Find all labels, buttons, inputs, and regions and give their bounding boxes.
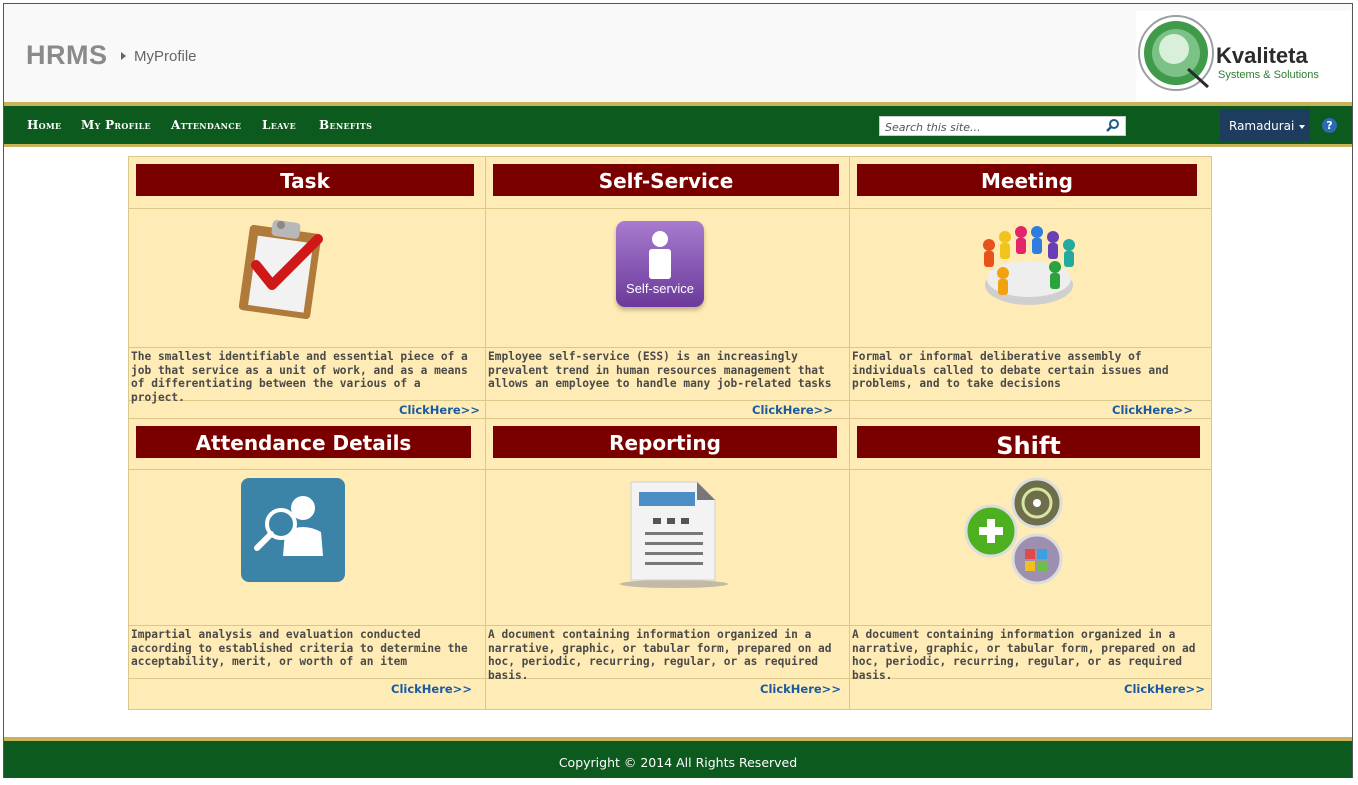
clipboard-check-icon: [234, 215, 334, 324]
footer: Copyright © 2014 All Rights Reserved: [4, 741, 1352, 778]
help-icon[interactable]: ?: [1322, 118, 1337, 133]
card-description: The smallest identifiable and essential …: [131, 350, 468, 404]
card-description: Formal or informal deliberative assembly…: [852, 350, 1169, 391]
card-title: Reporting: [493, 426, 837, 458]
grid-divider: [849, 157, 850, 709]
self-service-icon: Self-service: [616, 221, 704, 307]
search-input[interactable]: [880, 117, 1107, 137]
meeting-click-here-link[interactable]: ClickHere>>: [1112, 403, 1193, 417]
user-menu-button[interactable]: Ramadurai: [1220, 109, 1310, 141]
grid-divider: [129, 208, 1211, 209]
reporting-click-here-link[interactable]: ClickHere>>: [760, 682, 841, 696]
grid-divider: [129, 418, 1211, 419]
grid-divider: [129, 469, 1211, 470]
card-title: Attendance Details: [136, 426, 471, 458]
shift-click-here-link[interactable]: ClickHere>>: [1124, 682, 1205, 696]
logo-name: Kvaliteta: [1216, 43, 1308, 68]
company-logo: Kvaliteta Systems & Solutions: [1136, 11, 1351, 101]
card-title: Meeting: [857, 164, 1197, 196]
nav-item-benefits[interactable]: Benefits: [319, 118, 372, 132]
grid-divider: [129, 625, 1211, 626]
site-search: [879, 116, 1126, 137]
card-description: A document containing information organi…: [488, 628, 832, 682]
grid-divider: [129, 347, 1211, 348]
caret-down-icon: [1299, 124, 1306, 129]
card-description: A document containing information organi…: [852, 628, 1196, 682]
nav-item-leave[interactable]: Leave: [262, 118, 296, 132]
grid-divider: [485, 157, 486, 709]
app-title[interactable]: HRMS: [26, 40, 108, 71]
document-report-icon: [617, 478, 732, 594]
self-service-icon-label: Self-service: [626, 281, 694, 296]
nav-item-home[interactable]: Home: [27, 118, 61, 132]
module-grid: Task The smallest identifiable and essen…: [128, 156, 1212, 710]
self-service-click-here-link[interactable]: ClickHere>>: [752, 403, 833, 417]
search-icon[interactable]: [1105, 118, 1121, 134]
top-navigation: Home My Profile Attendance Leave Benefit…: [4, 106, 1352, 144]
card-title: Shift: [857, 426, 1200, 460]
nav-item-my-profile[interactable]: My Profile: [81, 118, 151, 132]
nav-item-attendance[interactable]: Attendance: [171, 118, 241, 132]
user-search-icon: [241, 478, 345, 582]
attendance-details-click-here-link[interactable]: ClickHere>>: [391, 682, 472, 696]
user-name: Ramadurai: [1229, 119, 1295, 133]
card-title: Task: [136, 164, 474, 196]
card-description: Impartial analysis and evaluation conduc…: [131, 628, 468, 669]
header: HRMS MyProfile Kvaliteta Systems & Solut…: [4, 4, 1352, 102]
card-description: Employee self-service (ESS) is an increa…: [488, 350, 832, 391]
card-title: Self-Service: [493, 164, 839, 196]
task-click-here-link[interactable]: ClickHere>>: [399, 403, 480, 417]
breadcrumb-separator-icon: [121, 52, 126, 60]
logo-tagline: Systems & Solutions: [1218, 69, 1319, 81]
copyright-text: Copyright © 2014 All Rights Reserved: [558, 755, 798, 770]
meeting-table-icon: [977, 223, 1081, 315]
shift-circles-icon: [963, 475, 1068, 591]
nav-bottom-border: [4, 144, 1352, 147]
breadcrumb: MyProfile: [134, 48, 197, 65]
